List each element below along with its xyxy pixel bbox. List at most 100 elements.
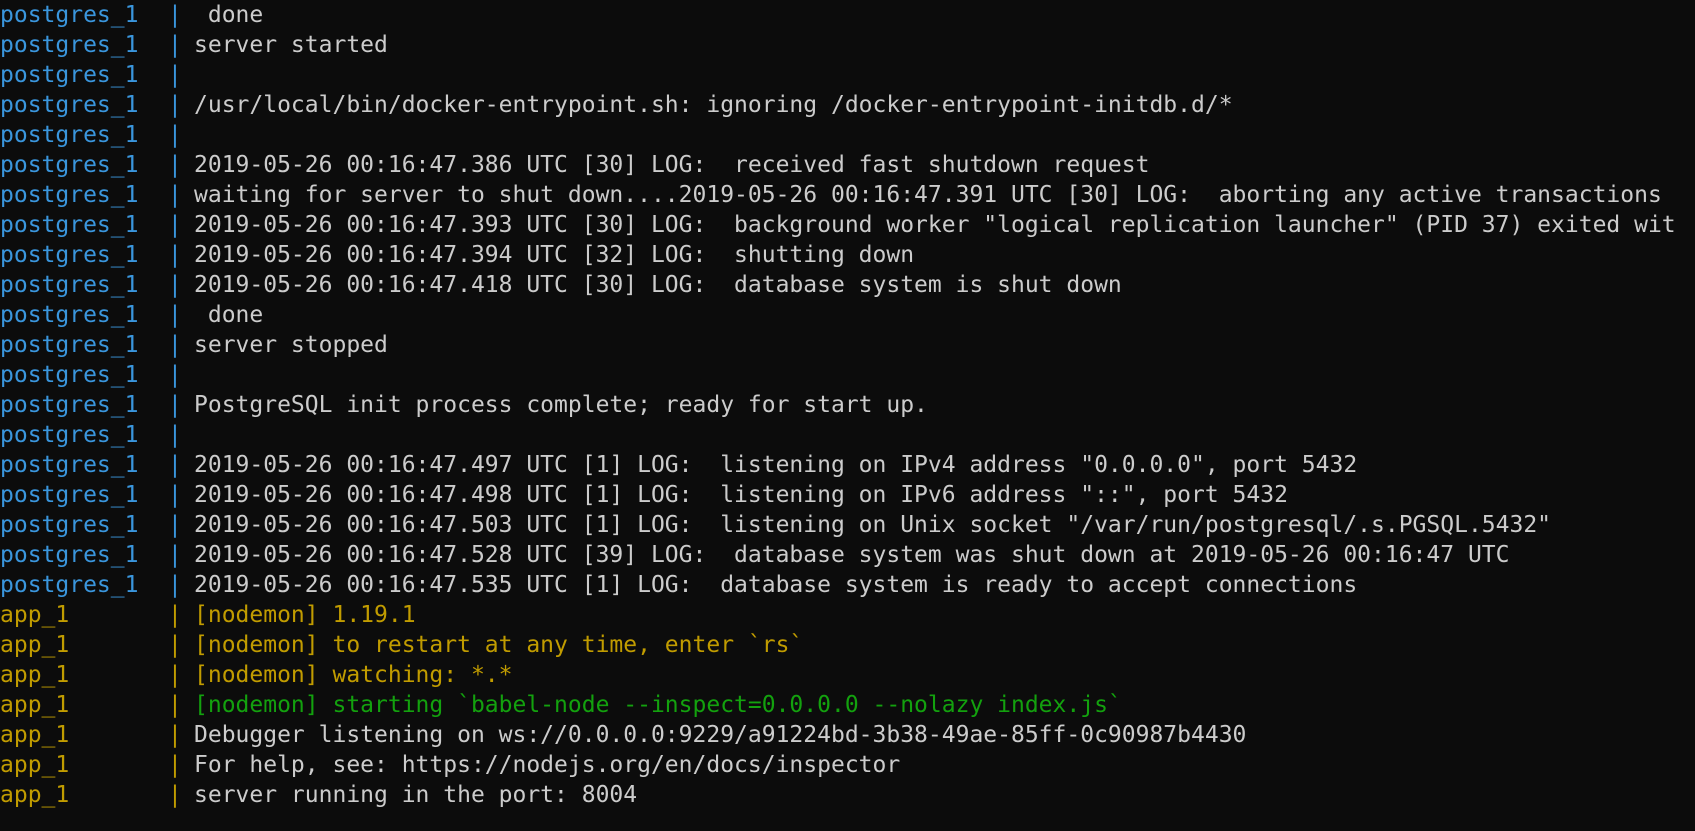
separator: | — [168, 62, 182, 88]
log-message: 2019-05-26 00:16:47.503 UTC [1] LOG: lis… — [194, 512, 1552, 538]
log-message: 2019-05-26 00:16:47.393 UTC [30] LOG: ba… — [194, 212, 1676, 238]
log-line: postgres_1 | — [0, 60, 1676, 90]
separator: | — [168, 92, 182, 118]
log-line: app_1 | [nodemon] 1.19.1 — [0, 600, 1676, 630]
service-name: postgres_1 — [0, 152, 139, 178]
separator: | — [168, 272, 182, 298]
separator: | — [168, 32, 182, 58]
separator: | — [168, 122, 182, 148]
log-message: waiting for server to shut down....2019-… — [194, 182, 1662, 208]
log-line: app_1 | [nodemon] starting `babel-node --i… — [0, 690, 1676, 720]
separator: | — [168, 602, 182, 628]
service-name: app_1 — [0, 782, 70, 808]
log-message: done — [194, 302, 264, 328]
log-line: app_1 | [nodemon] watching: *.* — [0, 660, 1676, 690]
log-line: postgres_1 | 2019-05-26 00:16:47.418 UTC [… — [0, 270, 1676, 300]
log-message: 2019-05-26 00:16:47.418 UTC [30] LOG: da… — [194, 272, 1122, 298]
service-name: postgres_1 — [0, 32, 139, 58]
log-line: postgres_1 | server started — [0, 30, 1676, 60]
service-name: app_1 — [0, 662, 70, 688]
service-name: app_1 — [0, 632, 70, 658]
service-name: app_1 — [0, 602, 70, 628]
separator: | — [168, 662, 182, 688]
separator: | — [168, 362, 182, 388]
separator: | — [168, 422, 182, 448]
separator: | — [168, 572, 182, 598]
log-line: postgres_1 | 2019-05-26 00:16:47.386 UTC [… — [0, 150, 1676, 180]
service-name: app_1 — [0, 722, 70, 748]
log-message: /usr/local/bin/docker-entrypoint.sh: ign… — [194, 92, 1233, 118]
separator: | — [168, 152, 182, 178]
log-line: postgres_1 | 2019-05-26 00:16:47.528 UTC [… — [0, 540, 1676, 570]
log-message: 2019-05-26 00:16:47.394 UTC [32] LOG: sh… — [194, 242, 915, 268]
log-line: postgres_1 | — [0, 360, 1676, 390]
service-name: postgres_1 — [0, 512, 139, 538]
log-message: server stopped — [194, 332, 388, 358]
service-name: postgres_1 — [0, 452, 139, 478]
service-name: postgres_1 — [0, 422, 139, 448]
separator: | — [168, 212, 182, 238]
service-name: app_1 — [0, 692, 70, 718]
log-line: app_1 | [nodemon] to restart at any time, … — [0, 630, 1676, 660]
separator: | — [168, 2, 182, 28]
log-line: postgres_1 | waiting for server to shut do… — [0, 180, 1676, 210]
separator: | — [168, 182, 182, 208]
log-line: postgres_1 | — [0, 120, 1676, 150]
log-line: postgres_1 | 2019-05-26 00:16:47.498 UTC [… — [0, 480, 1676, 510]
service-name: app_1 — [0, 752, 70, 778]
log-line: app_1 | Debugger listening on ws://0.0.0.0… — [0, 720, 1676, 750]
separator: | — [168, 392, 182, 418]
separator: | — [168, 782, 182, 808]
log-message: [nodemon] 1.19.1 — [194, 602, 416, 628]
service-name: postgres_1 — [0, 392, 139, 418]
separator: | — [168, 242, 182, 268]
log-message: done — [194, 2, 264, 28]
terminal-window[interactable]: postgres_1 | done postgres_1 | server starte… — [0, 0, 1695, 831]
log-message: [nodemon] starting `babel-node --inspect… — [194, 692, 1122, 718]
log-line: postgres_1 | 2019-05-26 00:16:47.503 UTC [… — [0, 510, 1676, 540]
log-message: 2019-05-26 00:16:47.497 UTC [1] LOG: lis… — [194, 452, 1358, 478]
log-message: server running in the port: 8004 — [194, 782, 638, 808]
log-message: Debugger listening on ws://0.0.0.0:9229/… — [194, 722, 1247, 748]
service-name: postgres_1 — [0, 242, 139, 268]
log-line: app_1 | For help, see: https://nodejs.org/… — [0, 750, 1676, 780]
log-line: postgres_1 | 2019-05-26 00:16:47.497 UTC [… — [0, 450, 1676, 480]
service-name: postgres_1 — [0, 362, 139, 388]
log-line: postgres_1 | 2019-05-26 00:16:47.393 UTC [… — [0, 210, 1676, 240]
log-message: [nodemon] watching: *.* — [194, 662, 513, 688]
log-message: server started — [194, 32, 388, 58]
service-name: postgres_1 — [0, 182, 139, 208]
log-line: postgres_1 | /usr/local/bin/docker-entrypo… — [0, 90, 1676, 120]
separator: | — [168, 752, 182, 778]
separator: | — [168, 722, 182, 748]
separator: | — [168, 542, 182, 568]
separator: | — [168, 512, 182, 538]
separator: | — [168, 452, 182, 478]
log-message: 2019-05-26 00:16:47.528 UTC [39] LOG: da… — [194, 542, 1510, 568]
log-line: postgres_1 | done — [0, 0, 1676, 30]
log-line: postgres_1 | 2019-05-26 00:16:47.394 UTC [… — [0, 240, 1676, 270]
log-line: postgres_1 | server stopped — [0, 330, 1676, 360]
service-name: postgres_1 — [0, 302, 139, 328]
log-line: postgres_1 | — [0, 420, 1676, 450]
log-line: postgres_1 | done — [0, 300, 1676, 330]
log-line: app_1 | server running in the port: 8004 — [0, 780, 1676, 810]
service-name: postgres_1 — [0, 122, 139, 148]
service-name: postgres_1 — [0, 2, 139, 28]
separator: | — [168, 632, 182, 658]
service-name: postgres_1 — [0, 272, 139, 298]
log-message: 2019-05-26 00:16:47.535 UTC [1] LOG: dat… — [194, 572, 1358, 598]
log-line: postgres_1 | PostgreSQL init process compl… — [0, 390, 1676, 420]
service-name: postgres_1 — [0, 572, 139, 598]
log-message: 2019-05-26 00:16:47.498 UTC [1] LOG: lis… — [194, 482, 1288, 508]
log-line: postgres_1 | 2019-05-26 00:16:47.535 UTC [… — [0, 570, 1676, 600]
log-message: For help, see: https://nodejs.org/en/doc… — [194, 752, 901, 778]
separator: | — [168, 692, 182, 718]
service-name: postgres_1 — [0, 92, 139, 118]
log-message: [nodemon] to restart at any time, enter … — [194, 632, 804, 658]
separator: | — [168, 482, 182, 508]
separator: | — [168, 302, 182, 328]
separator: | — [168, 332, 182, 358]
service-name: postgres_1 — [0, 212, 139, 238]
service-name: postgres_1 — [0, 62, 139, 88]
